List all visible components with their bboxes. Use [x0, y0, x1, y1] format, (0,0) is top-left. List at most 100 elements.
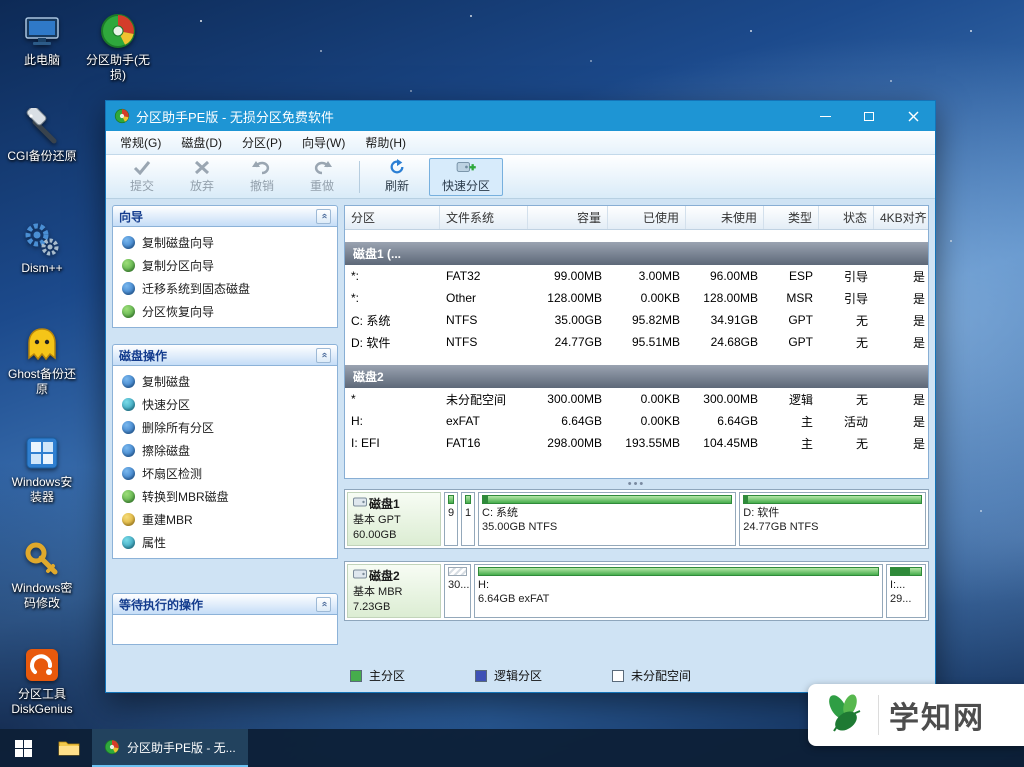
collapse-icon[interactable]: «	[316, 208, 331, 224]
desktop-icon-this-pc[interactable]: 此电脑	[6, 12, 78, 68]
desktop-icon-partition-assistant[interactable]: 分区助手(无损)	[82, 12, 154, 83]
menu-disk[interactable]: 磁盘(D)	[171, 130, 232, 155]
panel-splitter[interactable]: •••	[344, 478, 929, 490]
cell-type: GPT	[788, 335, 813, 349]
disk2-group-row[interactable]: 磁盘2	[345, 365, 928, 388]
discard-button[interactable]: 放弃	[174, 158, 230, 196]
table-row-disk2-unallocated[interactable]: * 未分配空间 300.00MB 0.00KB 300.00MB 逻辑 无 是	[345, 388, 928, 410]
table-row-disk2-h[interactable]: H: exFAT 6.64GB 0.00KB 6.64GB 主 活动 是	[345, 410, 928, 432]
close-button[interactable]	[891, 101, 935, 131]
partition-block-unallocated[interactable]: 30...	[444, 564, 471, 618]
desktop-icon-ghost-backup[interactable]: Ghost备份还原	[6, 326, 78, 397]
sidebar-item-bad-sector-check[interactable]: 坏扇区检测	[113, 462, 337, 485]
partition-label: H:	[478, 579, 489, 591]
sidebar-section-wizard-header[interactable]: 向导 «	[112, 205, 338, 227]
partition-block-esp[interactable]: 9	[444, 492, 458, 546]
refresh-button[interactable]: 刷新	[369, 158, 425, 196]
col-used[interactable]: 已使用	[608, 206, 686, 229]
start-button[interactable]	[0, 729, 46, 767]
col-partition[interactable]: 分区	[345, 206, 440, 229]
col-capacity[interactable]: 容量	[528, 206, 608, 229]
table-row-disk1-d[interactable]: D: 软件 NTFS 24.77GB 95.51MB 24.68GB GPT 无 是	[345, 331, 928, 353]
pending-operations-list[interactable]	[112, 615, 338, 645]
partition-label: C: 系统	[482, 507, 519, 519]
sidebar-section-diskops-header[interactable]: 磁盘操作 «	[112, 344, 338, 366]
sidebar-item-copy-disk[interactable]: 复制磁盘	[113, 370, 337, 393]
cell-capacity: 6.64GB	[561, 414, 602, 428]
sidebar-item-partition-recovery[interactable]: 分区恢复向导	[113, 300, 337, 323]
table-row-disk1-esp[interactable]: *: FAT32 99.00MB 3.00MB 96.00MB ESP 引导 是	[345, 265, 928, 287]
sidebar-item-properties[interactable]: 属性	[113, 531, 337, 554]
partition-size-label: 6.64GB exFAT	[478, 593, 550, 606]
disk2-label[interactable]: 磁盘2 基本 MBR 7.23GB	[347, 564, 441, 618]
cell-type: MSR	[786, 291, 813, 305]
watermark: 学知网	[808, 684, 1024, 746]
discard-label: 放弃	[189, 178, 214, 193]
table-row-disk2-i[interactable]: I: EFI FAT16 298.00MB 193.55MB 104.45MB 主 无 是	[345, 432, 928, 454]
undo-button[interactable]: 撤销	[234, 158, 290, 196]
cell-filesystem: NTFS	[446, 335, 478, 349]
collapse-icon[interactable]: «	[316, 596, 331, 612]
file-explorer-button[interactable]	[46, 729, 92, 767]
window-titlebar[interactable]: 分区助手PE版 - 无损分区免费软件	[106, 101, 935, 131]
sidebar-section-pending-header[interactable]: 等待执行的操作 «	[112, 593, 338, 615]
sidebar-item-convert-to-mbr[interactable]: 转换到MBR磁盘	[113, 485, 337, 508]
desktop-icon-label: CGI备份还原	[7, 149, 77, 163]
partition-block-h[interactable]: H: 6.64GB exFAT	[474, 564, 883, 618]
redo-button[interactable]: 重做	[294, 158, 350, 196]
folder-icon	[58, 741, 80, 756]
desktop-icon-windows-installer[interactable]: Windows安装器	[6, 434, 78, 505]
desktop-icon-dism[interactable]: Dism++	[6, 220, 78, 276]
cell-filesystem: FAT16	[446, 436, 481, 450]
menu-general[interactable]: 常规(G)	[110, 130, 171, 155]
desktop-icon-label: Dism++	[21, 261, 63, 275]
collapse-icon[interactable]: «	[316, 347, 331, 363]
sidebar-item-copy-partition-wizard[interactable]: 复制分区向导	[113, 254, 337, 277]
properties-icon	[122, 536, 135, 549]
menu-bar: 常规(G) 磁盘(D) 分区(P) 向导(W) 帮助(H)	[106, 131, 935, 155]
sidebar-item-copy-disk-wizard[interactable]: 复制磁盘向导	[113, 231, 337, 254]
refresh-label: 刷新	[384, 179, 409, 193]
col-status[interactable]: 状态	[819, 206, 874, 229]
cell-type: GPT	[788, 313, 813, 327]
disk-type: 基本 GPT	[353, 513, 401, 526]
col-4kb[interactable]: 4KB对齐	[874, 206, 928, 229]
partition-block-i[interactable]: I:... 29...	[886, 564, 926, 618]
table-row-disk1-msr[interactable]: *: Other 128.00MB 0.00KB 128.00MB MSR 引导 是	[345, 287, 928, 309]
cell-used: 3.00MB	[638, 269, 680, 283]
disk1-group-row[interactable]: 磁盘1 (...	[345, 242, 928, 265]
col-filesystem[interactable]: 文件系统	[440, 206, 528, 229]
cell-partition: *:	[351, 269, 360, 283]
col-type[interactable]: 类型	[764, 206, 819, 229]
desktop-icon-label: 此电脑	[23, 53, 60, 67]
cell-unused: 24.68GB	[710, 335, 758, 349]
commit-button[interactable]: 提交	[114, 158, 170, 196]
cell-unused: 104.45MB	[703, 436, 758, 450]
partition-block-c[interactable]: C: 系统 35.00GB NTFS	[478, 492, 737, 546]
desktop-icon-cgi-backup[interactable]: CGI备份还原	[4, 108, 80, 164]
minimize-button[interactable]	[803, 101, 847, 131]
watermark-divider	[878, 695, 879, 735]
delete-partitions-icon	[122, 421, 135, 434]
maximize-button[interactable]	[847, 101, 891, 131]
desktop-icon-diskgenius[interactable]: 分区工具DiskGenius	[2, 646, 82, 717]
table-row-disk1-c[interactable]: C: 系统 NTFS 35.00GB 95.82MB 34.91GB GPT 无 是	[345, 309, 928, 331]
partition-block-msr[interactable]: 1	[461, 492, 475, 546]
disk1-label[interactable]: 磁盘1 基本 GPT 60.00GB	[347, 492, 441, 546]
taskbar-app-partition-assistant[interactable]: 分区助手PE版 - 无...	[92, 729, 248, 767]
col-unused[interactable]: 未使用	[686, 206, 764, 229]
menu-help[interactable]: 帮助(H)	[355, 130, 416, 155]
desktop-icon-windows-password[interactable]: Windows密码修改	[6, 540, 78, 611]
sidebar-item-rebuild-mbr[interactable]: 重建MBR	[113, 508, 337, 531]
sidebar-item-delete-all-partitions[interactable]: 删除所有分区	[113, 416, 337, 439]
menu-wizard[interactable]: 向导(W)	[292, 130, 355, 155]
partition-size-label: 35.00GB NTFS	[482, 521, 558, 534]
sidebar-item-quick-partition[interactable]: 快速分区	[113, 393, 337, 416]
menu-partition[interactable]: 分区(P)	[232, 130, 292, 155]
partition-label: 30...	[448, 579, 470, 591]
sidebar-item-migrate-os-ssd[interactable]: 迁移系统到固态磁盘	[113, 277, 337, 300]
quick-partition-button[interactable]: 快速分区	[429, 157, 503, 196]
sidebar-item-wipe-disk[interactable]: 擦除磁盘	[113, 439, 337, 462]
partition-block-d[interactable]: D: 软件 24.77GB NTFS	[739, 492, 926, 546]
cell-status: 无	[855, 335, 868, 350]
